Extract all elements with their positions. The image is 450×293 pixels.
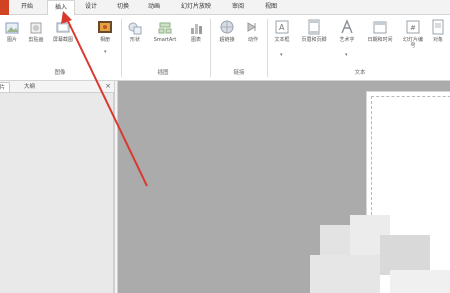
textbox-dropdown-icon[interactable]: ▾: [280, 52, 283, 58]
globe-icon: [220, 20, 234, 34]
chart-icon: [191, 24, 202, 34]
clipart-button[interactable]: 剪贴画: [24, 21, 48, 43]
header-footer-button[interactable]: 页眉和页脚: [296, 19, 332, 43]
picture-icon: [5, 22, 19, 34]
group-divider: [121, 19, 122, 77]
chart-label: 图表: [190, 37, 201, 43]
tab-insert[interactable]: 插入: [47, 0, 75, 16]
shapes-label: 形状: [129, 37, 140, 43]
smartart-button[interactable]: SmartArt: [150, 21, 180, 43]
close-icon[interactable]: ×: [105, 82, 111, 90]
photo-album-label: 相册: [99, 37, 110, 43]
svg-text:A: A: [279, 23, 285, 32]
picture-label: 图片: [6, 37, 17, 43]
slide-number-icon: #: [406, 20, 420, 34]
ribbon: 图片 剪贴画 屏幕截图 相册 ▾ 图像 形状 SmartArt 图表 插图 超链…: [0, 15, 450, 81]
watermark: [300, 215, 450, 293]
ribbon-tab-bar: 开始 插入 设计 切换 动画 幻灯片放映 审阅 视图: [0, 0, 450, 16]
date-time-label: 日期和时间: [367, 37, 393, 43]
wordart-button[interactable]: 艺术字: [334, 19, 360, 43]
smartart-label: SmartArt: [153, 37, 177, 43]
shapes-button[interactable]: 形状: [124, 21, 146, 43]
action-button[interactable]: 动作: [242, 19, 264, 43]
textbox-icon: A: [275, 20, 289, 34]
textbox-label: 文本框: [274, 37, 290, 43]
object-button[interactable]: 对象: [428, 19, 448, 43]
photo-album-dropdown-icon[interactable]: ▾: [104, 49, 107, 55]
clipart-icon: [30, 22, 42, 34]
images-group-label: 图像: [54, 70, 66, 76]
tab-animations[interactable]: 动画: [142, 0, 166, 15]
illustrations-group-label: 插图: [157, 70, 169, 76]
photo-album-button[interactable]: 相册: [93, 19, 117, 43]
action-icon: [247, 22, 257, 32]
tab-home[interactable]: 开始: [14, 0, 40, 15]
wordart-icon: [341, 19, 353, 34]
hyperlink-button[interactable]: 超链接: [214, 19, 240, 43]
smartart-icon: [158, 22, 172, 34]
clipart-label: 剪贴画: [28, 37, 44, 43]
date-time-button[interactable]: 日期和时间: [362, 19, 398, 43]
header-footer-label: 页眉和页脚: [301, 37, 327, 43]
photo-album-icon: [98, 21, 112, 33]
text-group-label: 文本: [354, 70, 366, 76]
tab-review[interactable]: 审阅: [225, 0, 251, 15]
action-label: 动作: [247, 37, 258, 43]
file-tab[interactable]: [0, 0, 9, 15]
links-group-label: 链接: [233, 70, 245, 76]
slide-number-button[interactable]: # 幻灯片编号: [401, 19, 425, 49]
object-label: 对象: [432, 37, 443, 43]
hyperlink-label: 超链接: [219, 37, 235, 43]
tab-view[interactable]: 视图: [258, 0, 284, 15]
calendar-icon: [373, 21, 387, 34]
screenshot-label: 屏幕截图: [52, 37, 73, 43]
group-divider: [210, 19, 211, 77]
slide-number-label: 幻灯片编号: [402, 37, 423, 49]
screenshot-icon: [56, 22, 70, 33]
textbox-button[interactable]: A 文本框: [270, 19, 294, 43]
group-divider: [267, 19, 268, 77]
header-footer-icon: [308, 19, 320, 35]
tab-slides[interactable]: 幻灯片: [0, 82, 10, 92]
wordart-dropdown-icon[interactable]: ▾: [345, 52, 348, 58]
tab-outline[interactable]: 大纲: [20, 82, 39, 92]
picture-button[interactable]: 图片: [2, 21, 22, 43]
screenshot-button[interactable]: 屏幕截图: [50, 21, 76, 43]
svg-text:#: #: [410, 24, 416, 32]
wordart-label: 艺术字: [339, 37, 355, 43]
shapes-icon: [128, 22, 142, 35]
slides-pane: 幻灯片 大纲 ×: [0, 81, 114, 293]
tab-design[interactable]: 设计: [80, 0, 102, 15]
slides-pane-header: 幻灯片 大纲 ×: [0, 81, 114, 93]
chart-button[interactable]: 图表: [185, 21, 207, 43]
tab-transitions[interactable]: 切换: [110, 0, 136, 15]
object-icon: [432, 19, 444, 35]
tab-slideshow[interactable]: 幻灯片放映: [174, 0, 218, 15]
